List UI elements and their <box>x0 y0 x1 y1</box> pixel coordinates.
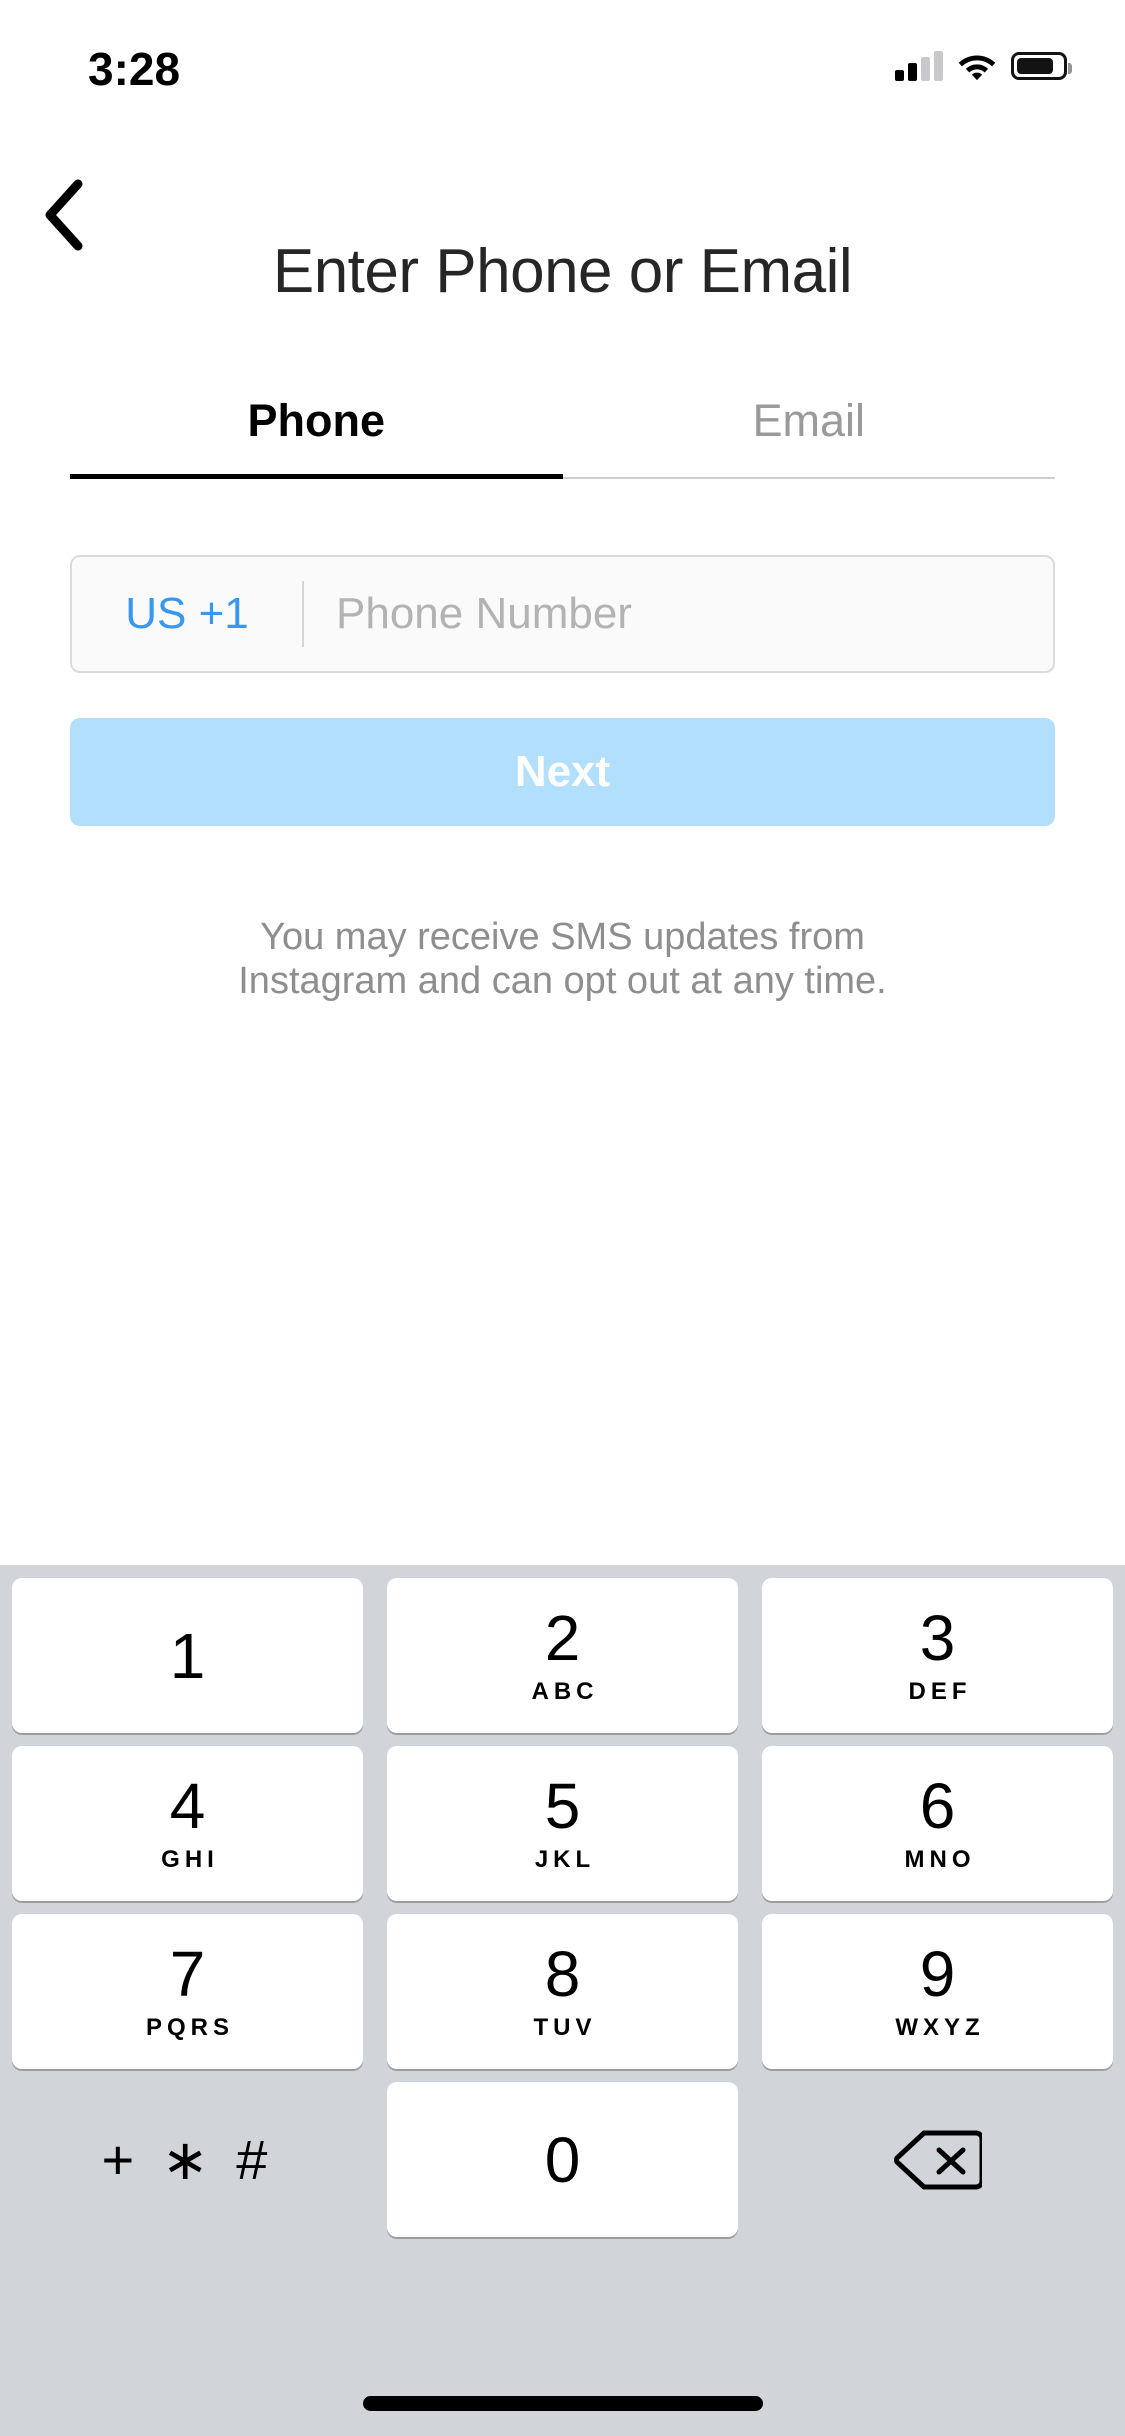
keypad-key-2-digit: 2 <box>544 1601 581 1674</box>
keypad-key-8[interactable]: 8 TUV <box>387 1914 738 2069</box>
home-indicator <box>362 2396 763 2411</box>
tab-bar: Phone Email <box>70 395 1055 479</box>
sms-disclaimer-line-1: You may receive SMS updates from <box>260 916 865 958</box>
keypad-key-6[interactable]: 6 MNO <box>762 1746 1113 1901</box>
keypad-key-8-digit: 8 <box>544 1937 581 2010</box>
keypad-row: 4 GHI 5 JKL 6 MNO <box>0 1746 1125 1901</box>
keypad-key-4-letters: GHI <box>161 1845 219 1873</box>
keypad-key-symbols[interactable]: + ∗ # <box>12 2082 363 2237</box>
keypad-key-3[interactable]: 3 DEF <box>762 1578 1113 1733</box>
keypad-key-5[interactable]: 5 JKL <box>387 1746 738 1901</box>
phone-number-input[interactable] <box>304 589 1053 639</box>
keypad-row: 1 2 ABC 3 DEF <box>0 1578 1125 1733</box>
keypad-key-0-digit: 0 <box>544 2123 581 2196</box>
tab-email[interactable]: Email <box>562 395 1056 479</box>
keypad-key-1[interactable]: 1 <box>12 1578 363 1733</box>
keypad-key-3-digit: 3 <box>919 1601 956 1674</box>
tab-phone[interactable]: Phone <box>70 395 563 479</box>
numeric-keypad: 1 2 ABC 3 DEF 4 GHI 5 JKL 6 MNO 7 PQRS 8… <box>0 1565 1125 2436</box>
tab-email-label: Email <box>752 395 866 446</box>
status-bar: 3:28 <box>0 0 1125 132</box>
battery-icon <box>1011 52 1072 80</box>
keypad-key-5-digit: 5 <box>544 1769 581 1842</box>
keypad-row: 7 PQRS 8 TUV 9 WXYZ <box>0 1914 1125 2069</box>
keypad-key-4-digit: 4 <box>169 1769 206 1842</box>
keypad-key-6-letters: MNO <box>904 1845 976 1873</box>
backspace-icon <box>893 2129 982 2191</box>
page-title: Enter Phone or Email <box>272 237 853 306</box>
status-bar-time: 3:28 <box>88 43 181 95</box>
cellular-signal-icon <box>895 51 943 81</box>
keypad-key-3-letters: DEF <box>908 1677 972 1705</box>
keypad-key-8-letters: TUV <box>533 2013 597 2041</box>
plus-star-hash-icon: + ∗ # <box>101 2127 274 2191</box>
tab-phone-label: Phone <box>247 395 385 446</box>
keypad-key-backspace[interactable] <box>762 2082 1113 2237</box>
keypad-key-4[interactable]: 4 GHI <box>12 1746 363 1901</box>
country-code-selector[interactable]: US +1 <box>72 589 302 639</box>
keypad-key-9-letters: WXYZ <box>895 2013 985 2041</box>
sms-disclaimer-line-2: Instagram and can opt out at any time. <box>238 960 887 1002</box>
keypad-key-6-digit: 6 <box>919 1769 956 1842</box>
next-button[interactable]: Next <box>70 718 1055 826</box>
phone-screen: 3:28 Enter Phone or Email Phone Email US… <box>0 0 1125 2436</box>
status-bar-indicators <box>895 46 1072 86</box>
keypad-key-7-letters: PQRS <box>145 2013 234 2041</box>
keypad-key-1-digit: 1 <box>169 1619 206 1692</box>
keypad-key-9-digit: 9 <box>919 1937 956 2010</box>
keypad-key-7-digit: 7 <box>169 1937 206 2010</box>
keypad-row: + ∗ # 0 <box>0 2082 1125 2237</box>
keypad-key-7[interactable]: 7 PQRS <box>12 1914 363 2069</box>
keypad-key-2[interactable]: 2 ABC <box>387 1578 738 1733</box>
keypad-key-9[interactable]: 9 WXYZ <box>762 1914 1113 2069</box>
keypad-key-0[interactable]: 0 <box>387 2082 738 2237</box>
keypad-key-5-letters: JKL <box>534 1845 596 1873</box>
sms-disclaimer: You may receive SMS updates from Instagr… <box>140 915 985 1003</box>
keypad-key-2-letters: ABC <box>531 1677 599 1705</box>
phone-number-field[interactable]: US +1 <box>70 555 1055 673</box>
wifi-icon <box>957 51 997 81</box>
